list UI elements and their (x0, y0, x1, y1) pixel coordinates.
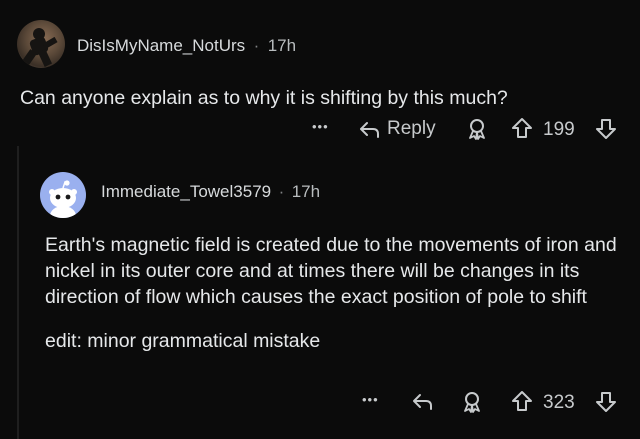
vote-score: 199 (543, 119, 575, 140)
comment-header: DisIsMyName_NotUrs · 17h (77, 36, 296, 56)
comment-paragraph: edit: minor grammatical mistake (45, 330, 321, 352)
upvote-arrow-icon[interactable] (511, 117, 533, 139)
separator-dot: · (278, 182, 285, 201)
user-avatar[interactable] (40, 172, 86, 218)
vote-score: 323 (543, 392, 575, 413)
timestamp: 17h (291, 182, 321, 201)
user-avatar[interactable] (17, 20, 65, 68)
comment-actions: ••• Reply 199 (312, 114, 630, 146)
username[interactable]: Immediate_Towel3579 (101, 182, 271, 201)
separator-dot: · (253, 36, 260, 55)
comment-body: Can anyone explain as to why it is shift… (20, 87, 508, 109)
reply-arrow-icon[interactable] (412, 391, 434, 411)
award-icon[interactable] (462, 391, 482, 413)
comment-header: Immediate_Towel3579 · 17h (101, 182, 320, 202)
reply-button[interactable]: Reply (359, 118, 436, 140)
reply-arrow-icon (359, 119, 381, 139)
downvote-arrow-icon[interactable] (595, 391, 617, 413)
comment-body: Earth's magnetic field is created due to… (45, 232, 625, 354)
upvote-arrow-icon[interactable] (511, 390, 533, 412)
award-icon[interactable] (467, 118, 487, 140)
downvote-arrow-icon[interactable] (595, 118, 617, 140)
snoo-avatar-icon (49, 180, 77, 218)
reply-label: Reply (387, 118, 436, 139)
more-dots-icon[interactable]: ••• (312, 119, 329, 134)
more-dots-icon[interactable]: ••• (362, 392, 379, 407)
timestamp: 17h (267, 36, 297, 55)
thread-line[interactable] (17, 146, 19, 439)
comment-paragraph: Earth's magnetic field is created due to… (45, 234, 617, 308)
username[interactable]: DisIsMyName_NotUrs (77, 36, 245, 55)
comment-actions: ••• 323 (362, 387, 630, 419)
